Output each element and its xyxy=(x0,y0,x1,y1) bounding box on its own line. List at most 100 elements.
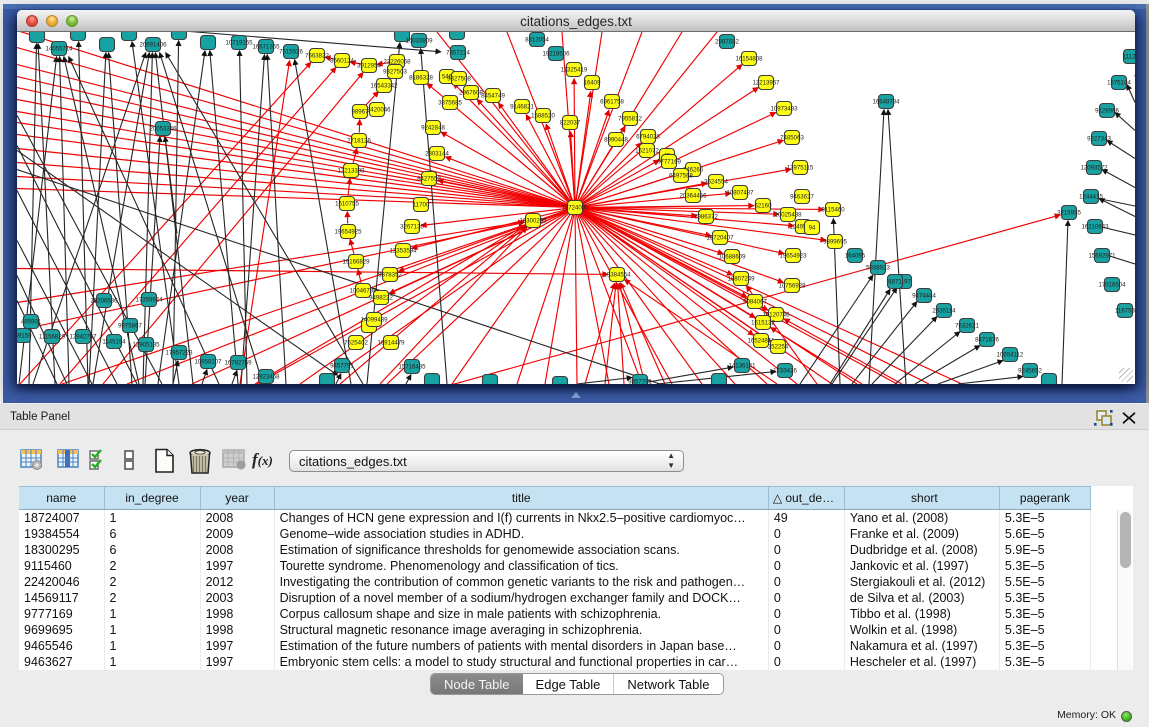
svg-text:15720407: 15720407 xyxy=(706,235,734,242)
svg-text:7955812: 7955812 xyxy=(618,116,642,123)
svg-text:16210643: 16210643 xyxy=(1081,224,1109,231)
svg-text:14055714: 14055714 xyxy=(45,46,73,53)
svg-text:9498222: 9498222 xyxy=(369,295,393,302)
svg-text:7663822: 7663822 xyxy=(305,53,329,60)
svg-text:9115460: 9115460 xyxy=(821,207,845,214)
svg-text:485901: 485901 xyxy=(21,319,42,326)
svg-text:20206536: 20206536 xyxy=(90,298,118,305)
svg-text:8660124: 8660124 xyxy=(330,58,354,65)
svg-text:9474444: 9474444 xyxy=(912,293,936,300)
svg-text:1244415: 1244415 xyxy=(1079,194,1103,201)
svg-text:9129966: 9129966 xyxy=(1095,108,1119,115)
svg-text:11124: 11124 xyxy=(1123,54,1135,61)
svg-text:18724007: 18724007 xyxy=(561,205,589,212)
svg-text:164095: 164095 xyxy=(845,253,866,260)
svg-text:39159: 39159 xyxy=(17,333,32,340)
svg-text:10973493: 10973493 xyxy=(770,106,798,113)
svg-text:7485063: 7485063 xyxy=(780,135,804,142)
svg-text:9146821: 9146821 xyxy=(510,104,534,111)
svg-text:17016504: 17016504 xyxy=(1098,282,1126,289)
svg-text:12353594: 12353594 xyxy=(389,248,417,255)
svg-text:12213967: 12213967 xyxy=(752,80,780,87)
svg-text:9084067: 9084067 xyxy=(743,299,767,306)
svg-text:2987682: 2987682 xyxy=(715,39,739,46)
svg-text:1615132: 1615132 xyxy=(751,320,775,327)
svg-text:10756928: 10756928 xyxy=(778,283,806,290)
svg-text:9327503: 9327503 xyxy=(383,69,407,76)
svg-text:11156829: 11156829 xyxy=(39,334,66,341)
svg-text:1575104: 1575104 xyxy=(1107,80,1131,87)
svg-text:94: 94 xyxy=(809,225,816,232)
svg-text:5938923: 5938923 xyxy=(866,265,890,272)
svg-text:2967608: 2967608 xyxy=(459,90,483,97)
svg-text:8454749: 8454749 xyxy=(481,93,505,100)
svg-text:1733426: 1733426 xyxy=(773,368,797,375)
svg-text:116753: 116753 xyxy=(1115,308,1135,315)
svg-text:12942757: 12942757 xyxy=(69,334,97,341)
svg-text:2935114: 2935114 xyxy=(932,308,956,315)
svg-text:3875685: 3875685 xyxy=(438,100,462,107)
svg-text:16648784: 16648784 xyxy=(872,99,900,106)
svg-text:8186328: 8186328 xyxy=(409,75,433,82)
svg-text:1145194: 1145194 xyxy=(102,339,126,346)
svg-text:12975115: 12975115 xyxy=(787,165,814,172)
svg-text:10958107: 10958107 xyxy=(194,359,222,366)
svg-text:14136141: 14136141 xyxy=(728,363,756,370)
svg-text:16543342: 16543342 xyxy=(370,83,398,90)
svg-text:8878352: 8878352 xyxy=(378,272,402,279)
svg-text:6794028: 6794028 xyxy=(636,134,660,141)
svg-text:16409: 16409 xyxy=(584,80,602,87)
svg-text:3215955: 3215955 xyxy=(1057,210,1081,217)
svg-text:19218506: 19218506 xyxy=(542,51,570,58)
svg-text:8427552: 8427552 xyxy=(417,176,441,183)
svg-text:17957223: 17957223 xyxy=(165,350,193,357)
svg-text:8990448: 8990448 xyxy=(604,137,628,144)
svg-text:18300295: 18300295 xyxy=(519,218,547,225)
svg-text:16033809: 16033809 xyxy=(405,38,433,45)
svg-text:9242848: 9242848 xyxy=(421,125,445,132)
svg-text:10025438: 10025438 xyxy=(774,212,802,219)
svg-text:1621072: 1621072 xyxy=(635,148,659,155)
svg-text:16671355: 16671355 xyxy=(252,44,280,51)
svg-text:6961758: 6961758 xyxy=(600,99,624,106)
svg-text:9463627: 9463627 xyxy=(790,194,814,201)
svg-text:20691406: 20691406 xyxy=(139,42,167,49)
svg-text:9777169: 9777169 xyxy=(657,159,681,166)
svg-text:62160: 62160 xyxy=(755,203,773,210)
svg-text:1610755: 1610755 xyxy=(335,201,359,208)
svg-text:6497568: 6497568 xyxy=(669,173,693,180)
svg-text:9975867: 9975867 xyxy=(118,323,142,330)
svg-text:98967: 98967 xyxy=(352,109,370,116)
svg-text:19654925: 19654925 xyxy=(334,229,362,236)
svg-text:7986372: 7986372 xyxy=(694,214,718,221)
svg-text:9327508: 9327508 xyxy=(447,76,471,83)
svg-text:15716485: 15716485 xyxy=(398,364,426,371)
svg-text:14099489: 14099489 xyxy=(360,317,388,324)
svg-text:3912954: 3912954 xyxy=(357,63,381,70)
svg-text:12905135: 12905135 xyxy=(132,342,160,349)
svg-text:17359924: 17359924 xyxy=(135,297,163,304)
svg-text:12093572: 12093572 xyxy=(1080,165,1108,172)
svg-text:9899695: 9899695 xyxy=(823,239,847,246)
svg-text:10688609: 10688609 xyxy=(718,254,746,261)
svg-text:19166829: 19166829 xyxy=(342,259,370,266)
svg-text:9245652: 9245652 xyxy=(1018,368,1042,375)
svg-text:8813054: 8813054 xyxy=(525,37,549,44)
svg-text:3267130: 3267130 xyxy=(400,224,424,231)
svg-text:7625402: 7625402 xyxy=(344,340,368,347)
svg-text:10654112: 10654112 xyxy=(997,352,1024,359)
svg-text:10807487: 10807487 xyxy=(726,190,754,197)
svg-text:15692971: 15692971 xyxy=(1088,253,1116,260)
svg-text:1588520: 1588520 xyxy=(531,113,555,120)
svg-text:2718126: 2718126 xyxy=(347,138,371,145)
svg-text:20053346: 20053346 xyxy=(149,126,177,133)
svg-text:10719155: 10719155 xyxy=(225,40,253,47)
svg-text:9227343: 9227343 xyxy=(1087,136,1111,143)
svg-text:12923468: 12923468 xyxy=(252,374,280,381)
svg-text:9857791: 9857791 xyxy=(628,379,652,385)
svg-text:16782759: 16782759 xyxy=(224,360,252,367)
svg-text:11325419: 11325419 xyxy=(561,67,588,74)
svg-text:2803144: 2803144 xyxy=(425,151,449,158)
svg-text:8471676: 8471676 xyxy=(975,337,999,344)
svg-text:9457791: 9457791 xyxy=(330,363,354,370)
